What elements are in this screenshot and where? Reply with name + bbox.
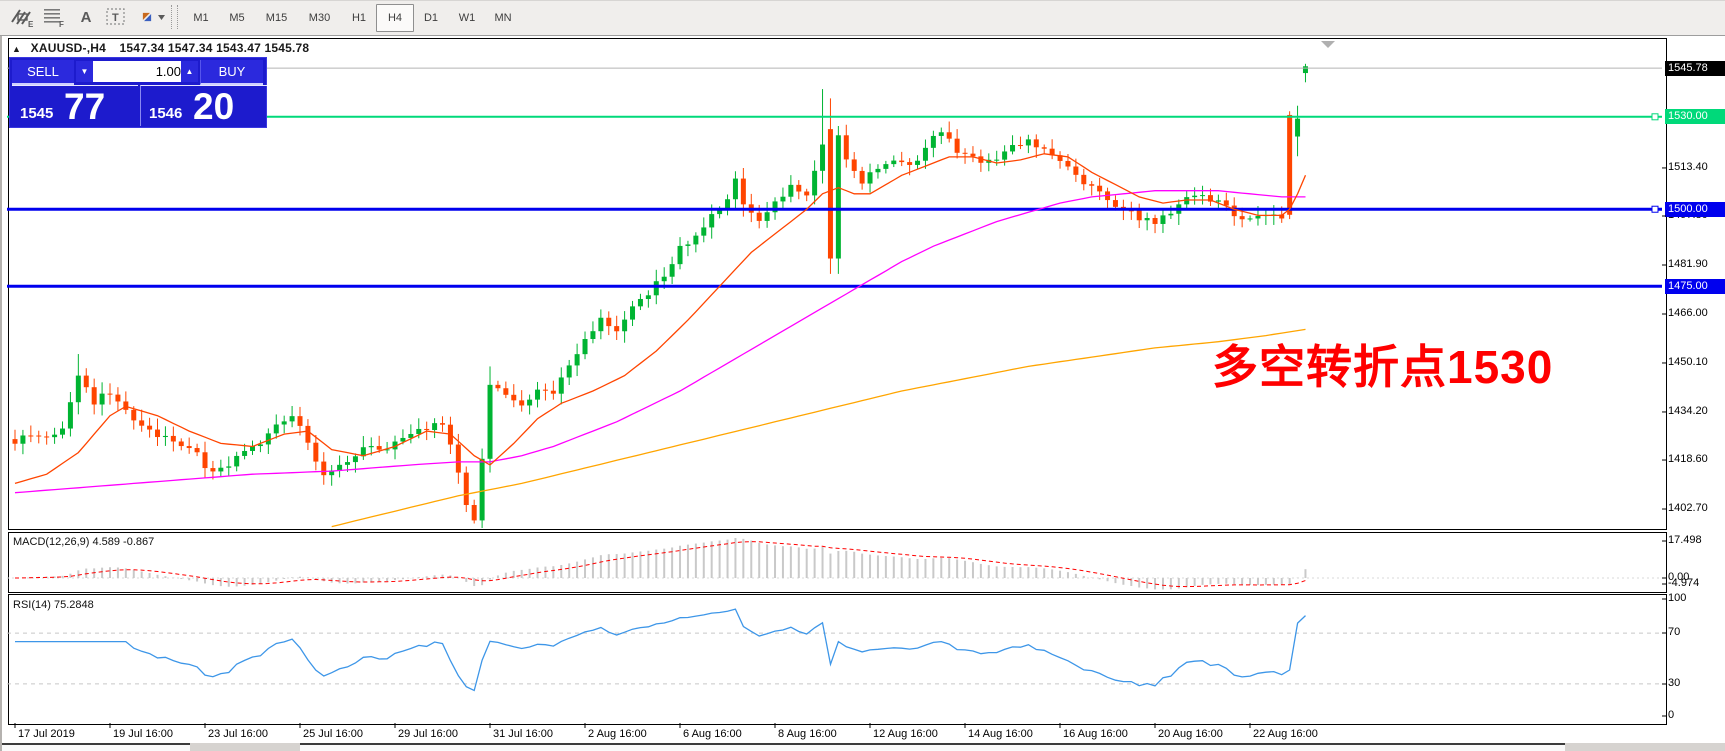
time-axis-label: 12 Aug 16:00	[873, 728, 938, 740]
timeframe-button-m5[interactable]: M5	[218, 4, 256, 32]
time-axis-label: 23 Jul 16:00	[208, 728, 268, 740]
ask-price-pips: 20	[193, 86, 234, 128]
macd-label: MACD(12,26,9) 4.589 -0.867	[13, 536, 154, 548]
time-axis-label: 22 Aug 16:00	[1253, 728, 1318, 740]
toolbar-grip[interactable]	[171, 5, 178, 29]
one-click-trading-panel: SELL ▼ 1.00 ▲ BUY 1545 77 1546 20	[9, 57, 267, 128]
bid-price-button[interactable]: 1545 77	[12, 85, 138, 126]
price-level-badge: 1500.00	[1665, 202, 1725, 217]
price-tick-label: 1450.10	[1668, 356, 1708, 368]
rsi-axis-label: 70	[1668, 626, 1680, 638]
toolbar: E F A T M1M	[0, 0, 1725, 36]
objects-arrows-icon[interactable]	[134, 4, 168, 30]
docked-window-edge	[300, 743, 1565, 751]
docked-window-edge	[2, 743, 190, 751]
time-axis-label: 2 Aug 16:00	[588, 728, 647, 740]
price-tick-label: 1481.90	[1668, 258, 1708, 270]
volume-input[interactable]: 1.00	[93, 61, 187, 82]
chart-info-line: ▲ XAUUSD-,H4 1547.34 1547.34 1543.47 154…	[12, 41, 309, 55]
text-box-icon[interactable]: T	[102, 4, 130, 30]
price-tick-label: 1402.70	[1668, 502, 1708, 514]
text-label-icon[interactable]: A	[72, 4, 100, 30]
timeframe-button-w1[interactable]: W1	[448, 4, 486, 32]
rsi-axis-label: 30	[1668, 677, 1680, 689]
time-axis-label: 8 Aug 16:00	[778, 728, 837, 740]
indicators-e-icon[interactable]: E	[8, 4, 36, 30]
rsi-label: RSI(14) 75.2848	[13, 599, 94, 611]
buy-button[interactable]: BUY	[200, 60, 263, 85]
bid-price-pips: 77	[64, 86, 105, 128]
time-axis-label: 20 Aug 16:00	[1158, 728, 1223, 740]
window-edge-gap	[190, 743, 300, 751]
rsi-panel	[8, 594, 1667, 725]
price-level-badge: 1530.00	[1665, 109, 1725, 124]
time-axis-label: 25 Jul 16:00	[303, 728, 363, 740]
svg-text:F: F	[59, 20, 64, 28]
timeframe-button-h1[interactable]: H1	[340, 4, 378, 32]
timeframe-button-m1[interactable]: M1	[182, 4, 220, 32]
macd-axis-label: 17.498	[1668, 534, 1702, 546]
time-axis-label: 6 Aug 16:00	[683, 728, 742, 740]
timeframe-button-d1[interactable]: D1	[412, 4, 450, 32]
macd-panel	[8, 532, 1667, 593]
svg-text:E: E	[28, 20, 34, 28]
time-axis-label: 14 Aug 16:00	[968, 728, 1033, 740]
svg-text:T: T	[112, 12, 119, 24]
rsi-axis-label: 100	[1668, 592, 1686, 604]
price-tick-label: 1418.60	[1668, 453, 1708, 465]
price-tick-label: 1513.40	[1668, 161, 1708, 173]
time-axis-label: 17 Jul 2019	[18, 728, 75, 740]
ask-price-button[interactable]: 1546 20	[140, 85, 267, 126]
timeframe-button-mn[interactable]: MN	[484, 4, 522, 32]
time-axis-label: 29 Jul 16:00	[398, 728, 458, 740]
time-axis-label: 31 Jul 16:00	[493, 728, 553, 740]
ask-price-main: 1546	[149, 105, 182, 122]
rsi-axis-label: 0	[1668, 709, 1674, 721]
chart-annotation-text[interactable]: 多空转折点1530	[1212, 331, 1553, 397]
volume-increase-button[interactable]: ▲	[181, 61, 198, 82]
price-level-badge: 1475.00	[1665, 279, 1725, 294]
mt4-terminal: E F A T M1M	[0, 0, 1725, 751]
bid-price-main: 1545	[20, 105, 53, 122]
collapse-panel-icon[interactable]: ▲	[12, 44, 21, 54]
window-edge-gap	[1565, 743, 1725, 751]
symbol-period-label: XAUUSD-,H4	[31, 41, 106, 55]
timeframe-button-h4[interactable]: H4	[376, 4, 414, 32]
macd-axis-label: -4.974	[1668, 577, 1699, 589]
current-price-badge: 1545.78	[1665, 61, 1725, 76]
sell-button[interactable]: SELL	[12, 60, 74, 85]
timeframe-button-m15[interactable]: M15	[254, 4, 299, 32]
time-axis-label: 16 Aug 16:00	[1063, 728, 1128, 740]
price-tick-label: 1466.00	[1668, 307, 1708, 319]
grid-f-icon[interactable]: F	[40, 4, 68, 30]
timeframe-button-m30[interactable]: M30	[297, 4, 342, 32]
time-axis-label: 19 Jul 16:00	[113, 728, 173, 740]
price-tick-label: 1434.20	[1668, 405, 1708, 417]
ohlc-values: 1547.34 1547.34 1543.47 1545.78	[120, 41, 310, 55]
volume-decrease-button[interactable]: ▼	[76, 61, 93, 82]
